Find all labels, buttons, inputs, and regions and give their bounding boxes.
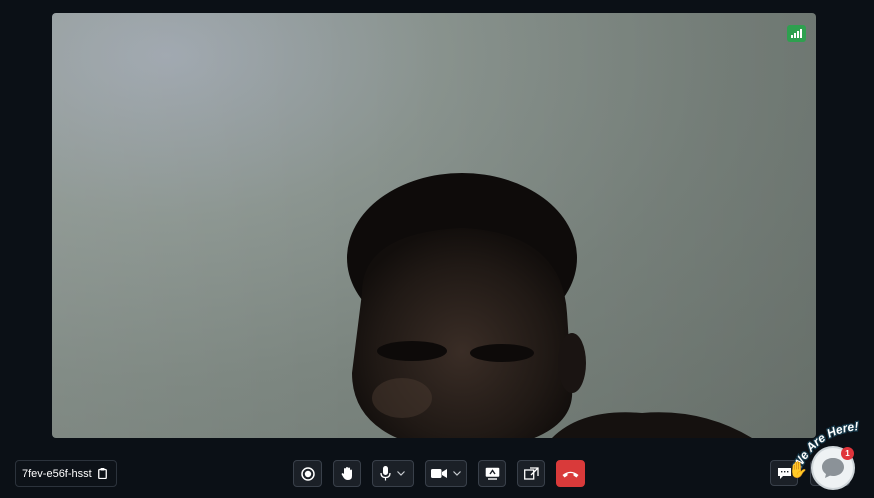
end-call-button[interactable] <box>556 460 585 487</box>
record-button[interactable] <box>293 460 322 487</box>
video-tile <box>52 13 816 438</box>
waving-hand-icon: ✋ <box>788 462 808 479</box>
switch-view-button[interactable] <box>517 460 545 487</box>
participant-silhouette <box>347 173 586 438</box>
shirt-collar <box>552 412 752 438</box>
chevron-down-icon[interactable] <box>452 469 462 479</box>
signal-strength-icon <box>787 25 806 42</box>
meeting-id-box[interactable]: 7fev-e56f-hsst <box>15 460 117 487</box>
meeting-id-text: 7fev-e56f-hsst <box>22 467 92 480</box>
video-camera-icon <box>430 469 447 478</box>
unread-badge: 1 <box>841 447 854 460</box>
microphone-button[interactable] <box>372 460 414 487</box>
phone-hangup-icon <box>562 471 579 477</box>
call-toolbar: 7fev-e56f-hsst <box>0 455 874 493</box>
screen-share-button[interactable] <box>478 460 506 487</box>
hand-icon <box>341 467 352 480</box>
switch-view-icon <box>523 467 539 480</box>
record-icon <box>300 466 315 481</box>
raise-hand-button[interactable] <box>333 460 361 487</box>
camera-button[interactable] <box>425 460 467 487</box>
screen-share-icon <box>485 467 499 480</box>
chevron-down-icon[interactable] <box>396 469 406 479</box>
microphone-icon <box>380 466 391 481</box>
clipboard-icon[interactable] <box>97 468 107 479</box>
chat-bubble-icon <box>822 458 844 478</box>
